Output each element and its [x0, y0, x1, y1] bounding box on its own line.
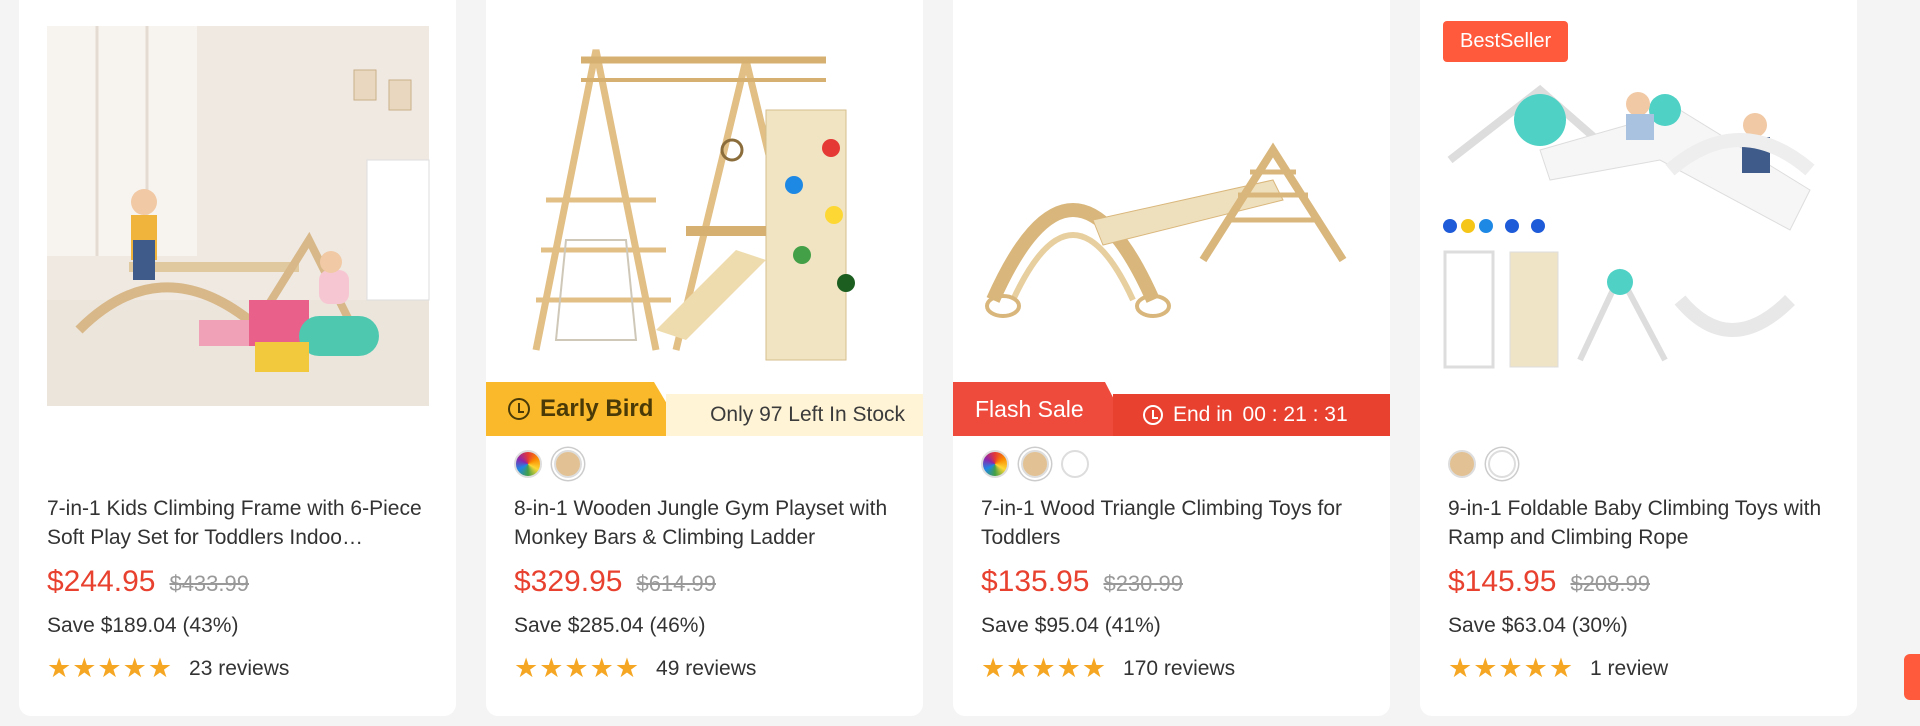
savings-text: Save $189.04 (43%)	[47, 614, 239, 637]
savings-text: Save $63.04 (30%)	[1448, 614, 1628, 637]
product-image[interactable]: Early Bird Only 97 Left In Stock	[486, 0, 923, 436]
bestseller-badge: BestSeller	[1443, 21, 1569, 62]
swatch-natural-wood[interactable]	[554, 450, 582, 478]
star-icon: ★★★★★	[981, 653, 1108, 683]
promo-label: Early Bird	[540, 395, 654, 422]
star-icon: ★★★★★	[47, 653, 174, 683]
product-title[interactable]: 8-in-1 Wooden Jungle Gym Playset with Mo…	[514, 494, 899, 552]
star-icon: ★★★★★	[1448, 653, 1575, 683]
floating-action-button[interactable]	[1904, 654, 1920, 700]
countdown-timer: End in 00 : 21 : 31	[1113, 394, 1390, 436]
star-icon: ★★★★★	[514, 653, 641, 683]
original-price: $614.99	[636, 571, 716, 596]
swatch-natural-wood[interactable]	[1448, 450, 1476, 478]
product-title[interactable]: 9-in-1 Foldable Baby Climbing Toys with …	[1448, 494, 1833, 552]
timer-value: 00 : 21 : 31	[1242, 403, 1348, 426]
swatch-white[interactable]	[1061, 450, 1089, 478]
product-image[interactable]: Flash Sale End in 00 : 21 : 31	[953, 0, 1390, 436]
sale-price: $145.95	[1448, 565, 1557, 598]
product-card[interactable]: 7-in-1 Kids Climbing Frame with 6-Piece …	[19, 0, 456, 716]
product-card[interactable]: BestSeller 9-in-1 Foldable Baby Climbing…	[1420, 0, 1857, 716]
early-bird-badge: Early Bird	[486, 382, 686, 436]
price-row: $244.95 $433.99	[47, 565, 249, 599]
original-price: $230.99	[1103, 571, 1183, 596]
product-card[interactable]: Flash Sale End in 00 : 21 : 31 7-in-1 Wo…	[953, 0, 1390, 716]
review-count: 1 review	[1590, 656, 1669, 680]
color-swatches	[514, 450, 582, 478]
color-swatches	[1448, 450, 1516, 478]
rating[interactable]: ★★★★★ 23 reviews	[47, 653, 289, 684]
review-count: 170 reviews	[1123, 656, 1236, 680]
review-count: 23 reviews	[189, 656, 290, 680]
sale-price: $244.95	[47, 565, 156, 598]
clock-icon	[1143, 405, 1163, 425]
sale-price: $329.95	[514, 565, 623, 598]
product-carousel: 7-in-1 Kids Climbing Frame with 6-Piece …	[0, 0, 1920, 726]
product-title[interactable]: 7-in-1 Kids Climbing Frame with 6-Piece …	[47, 494, 432, 552]
rating[interactable]: ★★★★★ 170 reviews	[981, 653, 1235, 684]
alarm-clock-icon	[508, 398, 530, 420]
product-card[interactable]: Early Bird Only 97 Left In Stock 8-in-1 …	[486, 0, 923, 716]
rating[interactable]: ★★★★★ 1 review	[1448, 653, 1668, 684]
price-row: $329.95 $614.99	[514, 565, 716, 599]
price-row: $135.95 $230.99	[981, 565, 1183, 599]
price-row: $145.95 $208.99	[1448, 565, 1650, 599]
swatch-multicolor[interactable]	[514, 450, 542, 478]
swatch-white[interactable]	[1488, 450, 1516, 478]
original-price: $208.99	[1570, 571, 1650, 596]
product-image[interactable]	[19, 0, 456, 436]
sale-price: $135.95	[981, 565, 1090, 598]
flash-sale-strip: Flash Sale End in 00 : 21 : 31	[953, 382, 1390, 436]
color-swatches	[981, 450, 1089, 478]
product-title[interactable]: 7-in-1 Wood Triangle Climbing Toys for T…	[981, 494, 1366, 552]
product-image[interactable]: BestSeller	[1420, 0, 1857, 436]
swatch-natural-wood[interactable]	[1021, 450, 1049, 478]
savings-text: Save $95.04 (41%)	[981, 614, 1161, 637]
swatch-multicolor[interactable]	[981, 450, 1009, 478]
stock-notice: Only 97 Left In Stock	[666, 394, 923, 436]
review-count: 49 reviews	[656, 656, 757, 680]
rating[interactable]: ★★★★★ 49 reviews	[514, 653, 756, 684]
timer-label: End in	[1173, 403, 1233, 426]
savings-text: Save $285.04 (46%)	[514, 614, 706, 637]
early-bird-strip: Early Bird Only 97 Left In Stock	[486, 382, 923, 436]
original-price: $433.99	[169, 571, 249, 596]
flash-sale-badge: Flash Sale	[953, 382, 1133, 436]
